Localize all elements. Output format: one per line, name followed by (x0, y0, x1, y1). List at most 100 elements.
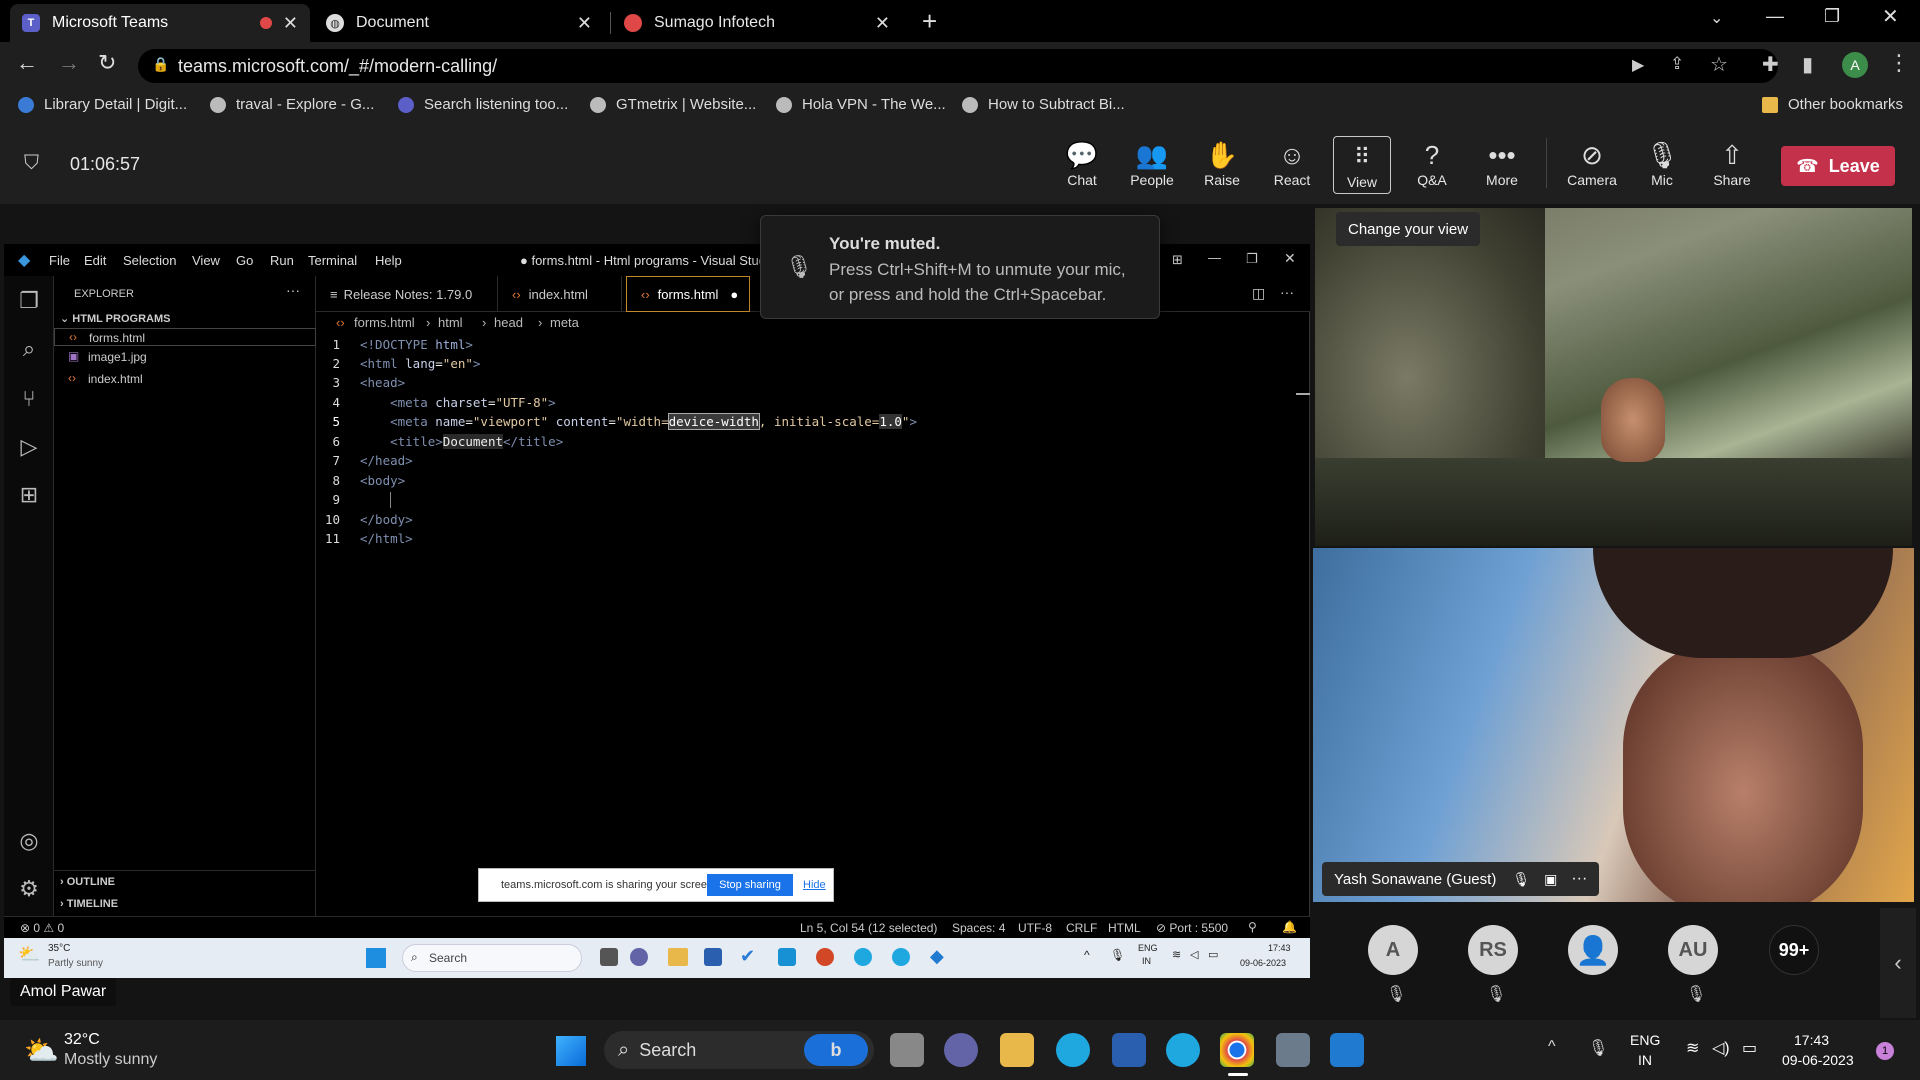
layout-icon[interactable]: ⊞ (1172, 252, 1183, 268)
browser-menu-icon[interactable]: ⋮ (1888, 50, 1910, 76)
weather-desc[interactable]: Mostly sunny (64, 1051, 157, 1069)
raise-hand-button[interactable]: ✋ Raise (1192, 122, 1252, 204)
encoding-status[interactable]: UTF-8 (1018, 921, 1052, 935)
menu-view[interactable]: View (192, 253, 220, 268)
tab-release-notes[interactable]: ≡ Release Notes: 1.79.0 (316, 276, 498, 312)
bookmark-item[interactable]: Search listening too... (398, 96, 568, 113)
reload-icon[interactable]: ↻ (98, 50, 116, 76)
react-button[interactable]: ☺ React (1262, 122, 1322, 204)
language-status[interactable]: HTML (1108, 921, 1141, 935)
camera-blocked-icon[interactable]: ▶ (1632, 55, 1644, 75)
scrollbar-indicator[interactable] (1296, 393, 1310, 395)
chrome-icon[interactable] (1220, 1033, 1254, 1067)
avatar-au[interactable]: AU (1668, 925, 1718, 975)
extensions-icon[interactable]: ✚ (1762, 52, 1779, 77)
run-debug-icon[interactable]: ▷ (16, 434, 42, 460)
menu-terminal[interactable]: Terminal (308, 253, 357, 268)
restore-button[interactable]: ❐ (1246, 251, 1258, 267)
task-view-icon[interactable] (600, 948, 618, 966)
close-icon[interactable]: ✕ (875, 13, 890, 34)
share-button[interactable]: ⇧ Share (1702, 122, 1762, 204)
weather-icon[interactable]: ⛅ (24, 1034, 59, 1067)
language-region[interactable]: IN (1142, 956, 1151, 966)
view-button[interactable]: ⠿ View (1333, 136, 1391, 194)
vscode-taskbar-icon[interactable] (1330, 1033, 1364, 1067)
participant-video-1[interactable] (1315, 208, 1912, 546)
file-explorer-icon[interactable] (668, 948, 688, 966)
teams-chat-icon[interactable] (630, 948, 648, 966)
mic-icon[interactable]: 🎙 (1110, 948, 1125, 962)
file-explorer-icon[interactable] (1000, 1033, 1034, 1067)
calculator-icon[interactable] (1276, 1033, 1310, 1067)
edge-icon[interactable] (854, 948, 872, 966)
menu-file[interactable]: File (49, 253, 70, 268)
ellipsis-icon[interactable]: ··· (1571, 870, 1587, 888)
account-icon[interactable]: ◎ (16, 828, 42, 854)
close-button[interactable]: ✕ (1284, 250, 1296, 267)
outline-section[interactable]: › OUTLINE (60, 876, 115, 888)
mic-icon[interactable]: 🎙 (1588, 1038, 1608, 1058)
participant-video-2[interactable] (1313, 548, 1914, 902)
store-icon[interactable] (1112, 1033, 1146, 1067)
extensions-icon[interactable]: ⊞ (16, 482, 42, 508)
avatar-rs[interactable]: RS (1468, 925, 1518, 975)
search-icon[interactable]: ⌕ (16, 336, 42, 362)
menu-run[interactable]: Run (270, 253, 294, 268)
indent-status[interactable]: Spaces: 4 (952, 921, 1005, 935)
eol-status[interactable]: CRLF (1066, 921, 1097, 935)
tab-search-icon[interactable]: ⌄ (1710, 8, 1723, 28)
people-button[interactable]: 👥 People (1122, 122, 1182, 204)
taskbar-search[interactable]: ⌕ Search b (604, 1031, 874, 1069)
breadcrumb-head[interactable]: head (494, 315, 523, 330)
task-view-icon[interactable] (890, 1033, 924, 1067)
camera-button[interactable]: ⊘ Camera (1562, 122, 1622, 204)
live-server-port[interactable]: ⊘ Port : 5500 (1156, 921, 1228, 935)
hide-link[interactable]: Hide (803, 879, 826, 891)
wifi-icon[interactable]: ≋ (1172, 948, 1181, 961)
language-region[interactable]: IN (1638, 1052, 1652, 1068)
menu-help[interactable]: Help (375, 253, 402, 268)
language-code[interactable]: ENG (1630, 1032, 1660, 1048)
store-icon[interactable] (704, 948, 722, 966)
todo-icon[interactable]: ✔ (740, 946, 755, 967)
language-code[interactable]: ENG (1138, 943, 1158, 953)
bell-icon[interactable]: 🔔 (1282, 920, 1297, 934)
mic-button[interactable]: 🎙 Mic (1632, 122, 1692, 204)
restore-button[interactable]: ❐ (1824, 6, 1840, 27)
qa-button[interactable]: ? Q&A (1402, 122, 1462, 204)
close-icon[interactable]: ✕ (283, 13, 298, 34)
menu-edit[interactable]: Edit (84, 253, 106, 268)
expand-gallery-button[interactable]: ‹ (1880, 908, 1916, 1018)
new-tab-button[interactable]: + (922, 6, 937, 37)
gear-icon[interactable]: ⚙ (16, 876, 42, 902)
avatar-a[interactable]: A (1368, 925, 1418, 975)
battery-icon[interactable]: ▭ (1208, 948, 1218, 961)
leave-button[interactable]: ☎ Leave (1781, 146, 1895, 186)
tab-sumago-infotech[interactable]: Sumago Infotech ✕ (612, 4, 902, 42)
vscode-taskbar-icon[interactable]: ◆ (930, 946, 944, 967)
stop-sharing-button[interactable]: Stop sharing (707, 874, 793, 896)
avatar-generic[interactable]: 👤 (1568, 925, 1618, 975)
chat-button[interactable]: 💬 Chat (1052, 122, 1112, 204)
tab-microsoft-teams[interactable]: T Microsoft Teams ✕ (10, 4, 310, 42)
bookmark-item[interactable]: How to Subtract Bi... (962, 96, 1125, 113)
profile-avatar[interactable]: A (1842, 52, 1868, 78)
breadcrumb-meta[interactable]: meta (550, 315, 579, 330)
close-icon[interactable]: ✕ (577, 13, 592, 34)
weather-temp[interactable]: 32°C (64, 1031, 100, 1049)
file-item-index[interactable]: ‹› index.html (54, 370, 316, 388)
clock-date[interactable]: 09-06-2023 (1782, 1052, 1854, 1068)
powerpoint-icon[interactable] (816, 948, 834, 966)
app-icon[interactable] (778, 948, 796, 966)
notification-badge[interactable]: 1 (1876, 1042, 1894, 1060)
menu-go[interactable]: Go (236, 253, 253, 268)
clock-time[interactable]: 17:43 (1794, 1032, 1829, 1048)
clock-time[interactable]: 17:43 (1268, 943, 1291, 953)
windows-start-icon[interactable] (366, 948, 386, 968)
share-page-icon[interactable]: ⇪ (1670, 54, 1684, 74)
speaker-icon[interactable]: ◁) (1712, 1038, 1730, 1058)
problems-status[interactable]: ⊗ 0 ⚠ 0 (20, 921, 64, 935)
bookmark-item[interactable]: Library Detail | Digit... (18, 96, 187, 113)
timeline-section[interactable]: › TIMELINE (60, 898, 118, 910)
breadcrumb-file[interactable]: forms.html (354, 315, 415, 330)
